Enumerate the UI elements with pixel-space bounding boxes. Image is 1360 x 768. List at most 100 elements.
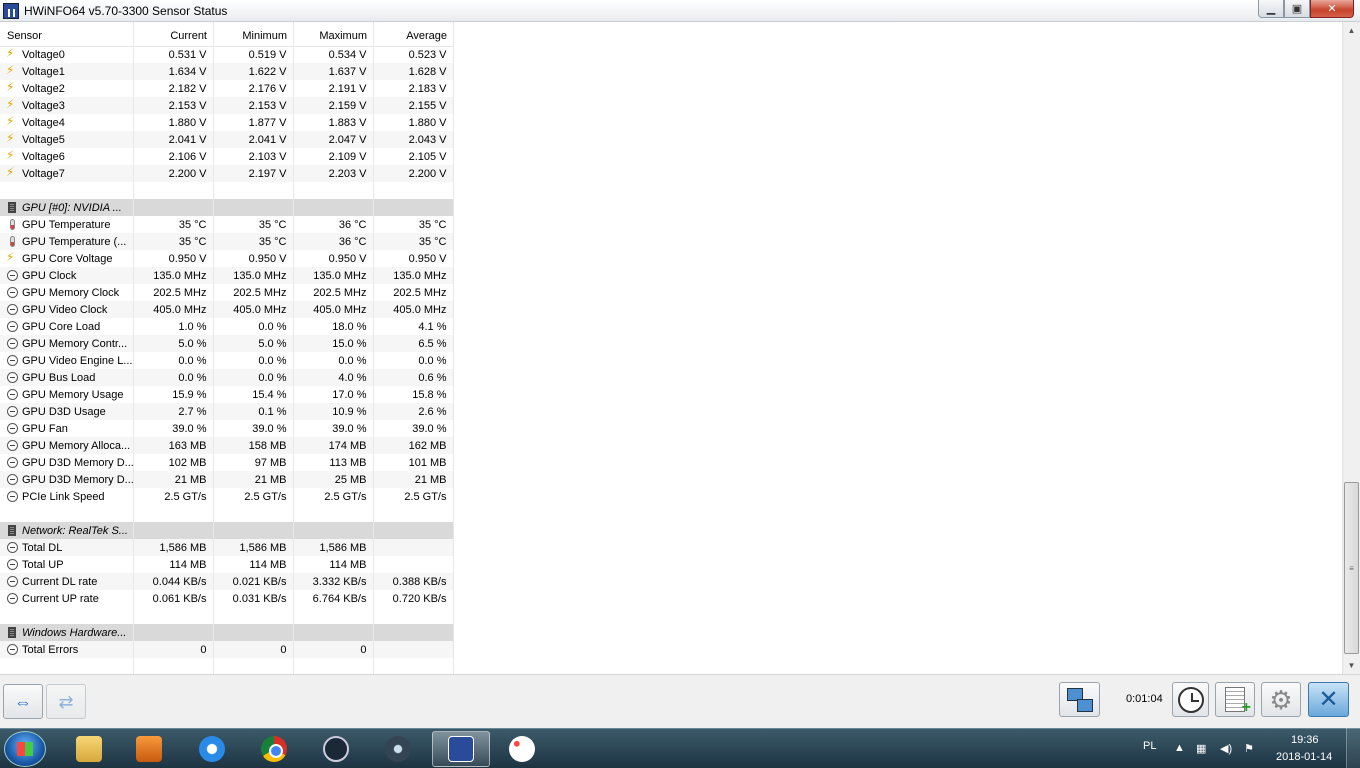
sensor-row[interactable]: GPU Bus Load 0.0 % 0.0 % 4.0 % 0.6 % (0, 369, 454, 386)
gauge-icon (7, 575, 18, 587)
current-value: 0.0 % (133, 352, 214, 369)
scroll-down-arrow-icon[interactable]: ▼ (1343, 657, 1360, 674)
sensor-row[interactable]: GPU Video Clock 405.0 MHz 405.0 MHz 405.0 M… (0, 301, 454, 318)
chip-icon (8, 524, 16, 536)
tray-volume-icon[interactable]: ◀) (1220, 742, 1232, 755)
sensor-row[interactable]: GPU Core Load 1.0 % 0.0 % 18.0 % 4.1 % (0, 318, 454, 335)
taskbar-explorer[interactable] (60, 731, 118, 767)
sensor-group-row[interactable]: GPU [#0]: NVIDIA ... (0, 199, 454, 216)
taskbar-paint[interactable] (493, 731, 551, 767)
sensor-name: Voltage1 (22, 65, 65, 78)
sensor-row[interactable]: Total Errors 0 0 0 (0, 641, 454, 658)
network-button[interactable] (1059, 682, 1100, 717)
tray-expand-icon[interactable]: ▲ (1174, 742, 1185, 754)
sensor-row[interactable]: GPU Temperature 35 °C 35 °C 36 °C 35 °C (0, 216, 454, 233)
taskbar-hwinfo[interactable] (432, 731, 490, 767)
sensor-row[interactable]: PCIe Link Speed 2.5 GT/s 2.5 GT/s 2.5 GT/s 2… (0, 488, 454, 505)
average-value: 0.0 % (373, 352, 454, 369)
close-window-button[interactable]: ✕ (1310, 0, 1354, 18)
minimum-value: 35 °C (213, 233, 294, 250)
tray-clock-time[interactable]: 19:36 (1291, 734, 1319, 746)
average-value: 4.1 % (373, 318, 454, 335)
sensor-row[interactable]: Voltage72.200 V2.197 V2.203 V2.200 V (0, 165, 454, 182)
sensor-row[interactable]: Current UP rate 0.061 KB/s 0.031 KB/s 6.764… (0, 590, 454, 607)
vertical-scrollbar[interactable]: ▲ ≡ ▼ (1342, 22, 1360, 674)
sensor-name-cell: GPU D3D Memory D... (0, 454, 134, 471)
column-header-sensor[interactable]: Sensor (0, 26, 133, 47)
maximize-button[interactable]: ▣ (1284, 0, 1310, 18)
sensor-group-row[interactable]: Windows Hardware... (0, 624, 454, 641)
scroll-up-arrow-icon[interactable]: ▲ (1343, 22, 1360, 39)
scrollbar-thumb[interactable]: ≡ (1344, 482, 1359, 654)
sensor-row[interactable]: GPU Core Voltage0.950 V0.950 V0.950 V0.9… (0, 250, 454, 267)
taskbar-chrome[interactable] (245, 731, 303, 767)
sensor-row[interactable]: GPU Memory Alloca... 163 MB 158 MB 174 MB 16… (0, 437, 454, 454)
reset-timer-button[interactable] (1172, 682, 1209, 717)
sensor-row[interactable]: Current DL rate 0.044 KB/s 0.021 KB/s 3.332… (0, 573, 454, 590)
sensor-name-cell: Total DL (0, 539, 134, 556)
sensor-row[interactable]: GPU Clock 135.0 MHz 135.0 MHz 135.0 MHz 135.… (0, 267, 454, 284)
taskbar-teamspeak[interactable] (369, 731, 427, 767)
sensor-name: GPU Clock (22, 269, 77, 282)
empty-cell (293, 505, 374, 522)
minimum-value: 97 MB (213, 454, 294, 471)
sensor-row[interactable]: GPU Video Engine L... 0.0 % 0.0 % 0.0 % 0.0 … (0, 352, 454, 369)
show-desktop-button[interactable] (1346, 728, 1360, 768)
minimize-button[interactable]: ▁ (1258, 0, 1284, 18)
start-button[interactable] (4, 731, 46, 767)
sensor-row[interactable]: Voltage6 2.106 V2.103 V2.109 V2.105 V (0, 148, 454, 165)
average-value: 21 MB (373, 471, 454, 488)
collapse-columns-button[interactable]: ⇄ (46, 684, 86, 719)
average-value: 2.183 V (373, 80, 454, 97)
sensor-name: Voltage7 (22, 167, 65, 180)
column-header-maximum[interactable]: Maximum (293, 26, 373, 47)
sensor-row[interactable]: GPU Memory Clock 202.5 MHz 202.5 MHz 202.5 … (0, 284, 454, 301)
sensor-name: GPU Core Load (22, 320, 101, 333)
sensor-row[interactable]: Total DL 1,586 MB 1,586 MB 1,586 MB (0, 539, 454, 556)
double-arrow-in-icon: ⇄ (58, 691, 74, 712)
close-sensors-button[interactable]: ✕ (1308, 682, 1349, 717)
sensor-row[interactable]: Voltage32.153 V2.153 V2.159 V2.155 V (0, 97, 454, 114)
sensor-row[interactable]: GPU Memory Usage 15.9 % 15.4 % 17.0 % 15.8 % (0, 386, 454, 403)
tray-action-center-icon[interactable]: ⚑ (1244, 742, 1254, 755)
taskbar-media-player[interactable] (120, 731, 178, 767)
sensor-row[interactable]: Voltage1 1.634 V1.622 V1.637 V1.628 V (0, 63, 454, 80)
sensor-name-cell: Voltage3 (0, 97, 134, 114)
settings-button[interactable]: ⚙ (1261, 682, 1301, 717)
average-value (373, 641, 454, 658)
sensor-row[interactable]: GPU D3D Memory D... 21 MB 21 MB 25 MB 21 MB (0, 471, 454, 488)
sensor-row[interactable]: Total UP 114 MB 114 MB 114 MB (0, 556, 454, 573)
tray-network-icon[interactable]: ▦ (1196, 742, 1206, 755)
gauge-icon (7, 405, 18, 417)
taskbar-steam[interactable] (307, 731, 365, 767)
sensor-row[interactable]: GPU Fan 39.0 % 39.0 % 39.0 % 39.0 % (0, 420, 454, 437)
input-language[interactable]: PL (1143, 740, 1156, 752)
tray-clock-date[interactable]: 2018-01-14 (1276, 751, 1332, 763)
lightning-bolt-icon (6, 250, 18, 264)
taskbar-internet-explorer[interactable] (183, 731, 241, 767)
sensor-row[interactable]: GPU D3D Usage 2.7 % 0.1 % 10.9 % 2.6 % (0, 403, 454, 420)
sensor-row[interactable]: Voltage0 0.531 V0.519 V0.534 V0.523 V (0, 46, 454, 63)
minimum-value: 2.5 GT/s (213, 488, 294, 505)
sensor-row[interactable]: Voltage2 2.182 V2.176 V2.191 V2.183 V (0, 80, 454, 97)
column-header-average[interactable]: Average (373, 26, 453, 47)
hwinfo-app-icon[interactable] (3, 3, 19, 19)
sensor-group-row[interactable]: Network: RealTek S... (0, 522, 454, 539)
window-title: HWiNFO64 v5.70-3300 Sensor Status (24, 4, 228, 18)
sensor-row[interactable]: GPU Temperature (... 35 °C 35 °C 36 °C 35 °C (0, 233, 454, 250)
sensor-row[interactable]: GPU D3D Memory D... 102 MB 97 MB 113 MB 101 … (0, 454, 454, 471)
sensor-row[interactable]: Voltage52.041 V2.041 V2.047 V2.043 V (0, 131, 454, 148)
empty-cell (213, 505, 294, 522)
logging-button[interactable] (1215, 682, 1255, 717)
minimum-value: 1.877 V (213, 114, 294, 131)
sensor-name: Total UP (22, 558, 64, 571)
sensor-row[interactable]: GPU Memory Contr... 5.0 % 5.0 % 15.0 % 6.5 % (0, 335, 454, 352)
column-header-minimum[interactable]: Minimum (213, 26, 293, 47)
sensor-name-cell: GPU Memory Usage (0, 386, 134, 403)
column-header-current[interactable]: Current (133, 26, 213, 47)
sensor-name-cell: Voltage1 (0, 63, 134, 80)
sensor-row[interactable]: Voltage41.880 V1.877 V1.883 V1.880 V (0, 114, 454, 131)
average-value: 0.523 V (373, 46, 454, 63)
title-bar[interactable]: HWiNFO64 v5.70-3300 Sensor Status ▁ ▣ ✕ (0, 0, 1360, 22)
expand-columns-button[interactable]: ⇔ (3, 684, 43, 719)
